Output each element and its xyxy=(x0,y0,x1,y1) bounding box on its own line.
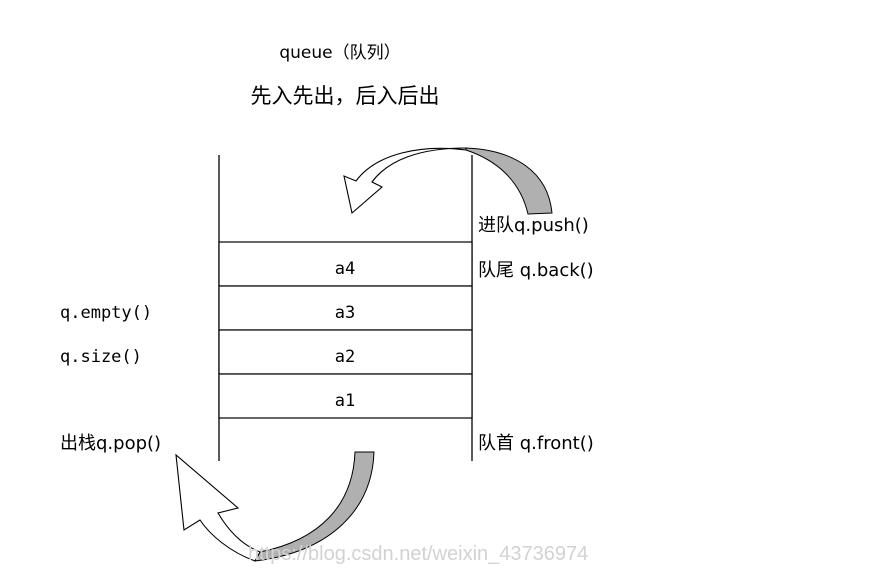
size-label: q.size() xyxy=(60,347,142,367)
queue-cell: a1 xyxy=(218,373,473,419)
queue-cell: a4 xyxy=(218,241,473,287)
queue-diagram: queue（队列） 先入先出，后入后出 a4 a3 a2 a1 进队q.push… xyxy=(60,43,594,565)
push-label: 进队q.push() xyxy=(478,215,589,236)
back-label: 队尾 q.back() xyxy=(478,260,594,281)
queue-cell: a3 xyxy=(218,285,473,331)
diagram-subtitle: 先入先出，后入后出 xyxy=(251,84,440,108)
empty-label: q.empty() xyxy=(60,303,152,323)
watermark: https://blog.csdn.net/weixin_43736974 xyxy=(248,543,588,565)
queue-cell-label: a3 xyxy=(335,303,355,323)
queue-cell-label: a2 xyxy=(335,347,355,367)
queue-cell-label: a1 xyxy=(335,391,355,411)
diagram-title: queue（队列） xyxy=(279,43,400,63)
queue-cell: a2 xyxy=(218,329,473,375)
queue-cell-label: a4 xyxy=(335,259,355,279)
pop-label: 出栈q.pop() xyxy=(60,433,161,454)
push-arrow-icon xyxy=(343,147,553,215)
queue-cells: a4 a3 a2 a1 xyxy=(218,241,473,419)
front-label: 队首 q.front() xyxy=(478,433,594,454)
